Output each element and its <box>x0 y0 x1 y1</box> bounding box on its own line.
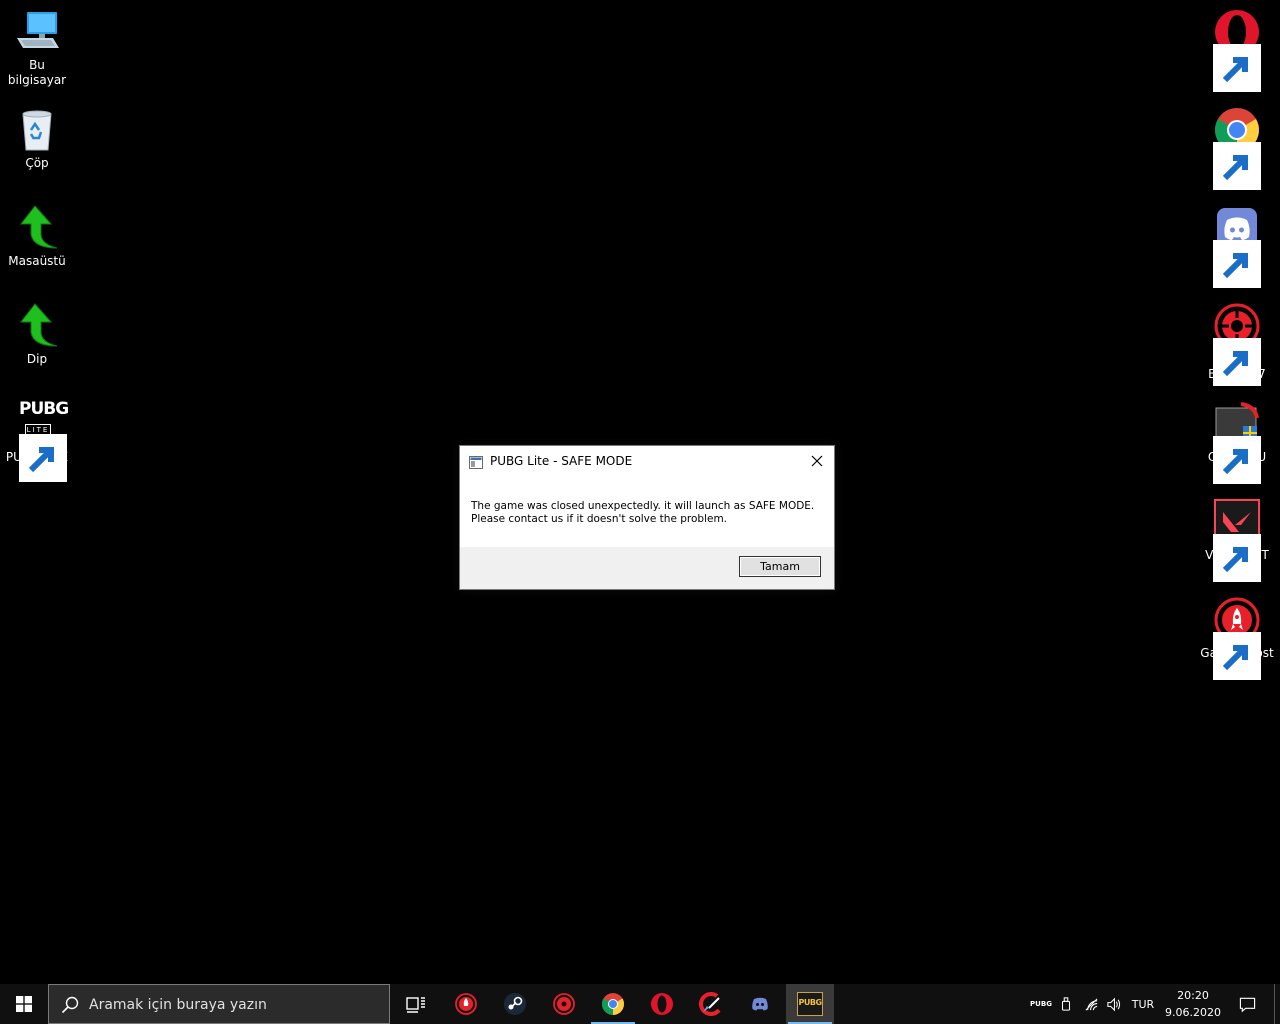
chrome-icon <box>1213 106 1261 190</box>
desktop-icon-discord[interactable]: Discord <box>1199 204 1275 288</box>
dialog-message: The game was closed unexpectedly. it wil… <box>471 500 820 526</box>
tray-network-icon[interactable] <box>1080 984 1102 1024</box>
notification-icon <box>1239 997 1255 1012</box>
valorant-icon <box>1213 498 1261 582</box>
dialog-button-bar: Tamam <box>460 547 834 589</box>
driver-booster-icon <box>553 993 575 1015</box>
taskbar-opera[interactable] <box>638 984 686 1024</box>
show-desktop-button[interactable] <box>1274 984 1280 1024</box>
shortcut-arrow-icon <box>1213 240 1261 288</box>
ccleaner-icon <box>699 992 721 1016</box>
shortcut-arrow-icon <box>1213 142 1261 190</box>
computer-icon <box>13 8 61 56</box>
tray-volume-icon[interactable] <box>1102 984 1124 1024</box>
dialog-titlebar[interactable]: PUBG Lite - SAFE MODE <box>460 446 834 476</box>
tray-clock[interactable]: 20:20 9.06.2020 <box>1160 987 1226 1021</box>
taskbar-game-boost[interactable] <box>442 984 490 1024</box>
taskbar-driver-booster[interactable] <box>540 984 588 1024</box>
desktop-icon-quickcpu[interactable]: QuickCPU <box>1199 400 1275 484</box>
shortcut-arrow-icon <box>1213 436 1261 484</box>
shortcut-arrow-icon <box>1213 338 1261 386</box>
recycle-bin-icon <box>13 106 61 154</box>
clock-date: 9.06.2020 <box>1165 1006 1221 1019</box>
game-boost-icon <box>455 993 477 1015</box>
desktop-icon-masaustu[interactable]: Masaüstü <box>0 204 75 269</box>
shortcut-arrow-icon <box>1213 534 1261 582</box>
discord-icon <box>752 997 768 1011</box>
discord-icon <box>1213 204 1261 288</box>
desktop-icon-label: Dip <box>26 352 48 366</box>
dialog-message-line: Please contact us if it doesn't solve th… <box>471 513 728 525</box>
safe-mode-dialog: PUBG Lite - SAFE MODE The game was close… <box>459 445 835 590</box>
windows-logo-icon <box>16 996 32 1012</box>
search-icon <box>61 996 79 1014</box>
window-app-icon <box>469 454 483 469</box>
usb-icon <box>1061 997 1071 1011</box>
shortcut-arrow-icon <box>19 434 67 482</box>
dialog-title: PUBG Lite - SAFE MODE <box>490 454 633 468</box>
pubg-lite-icon: PUBG LITE <box>13 399 69 482</box>
desktop-icon-label: Masaüstü <box>8 254 66 268</box>
pubg-logo-text: PUBG <box>19 399 69 419</box>
start-button[interactable] <box>0 984 48 1024</box>
speaker-icon <box>1106 997 1120 1011</box>
quickcpu-icon <box>1213 400 1261 484</box>
desktop: Bu bilgisayar Çöp Masaüstü Dip PUBG LITE… <box>0 0 1280 984</box>
tray-pubg-icon[interactable]: PUBG <box>1030 984 1052 1024</box>
chrome-icon <box>602 993 624 1015</box>
taskbar-ccleaner[interactable] <box>687 984 735 1024</box>
desktop-icon-driver-booster[interactable]: Driver Booster 7 <box>1199 302 1275 386</box>
desktop-icon-this-pc[interactable]: Bu bilgisayar <box>0 8 75 88</box>
taskbar-discord[interactable] <box>736 984 784 1024</box>
desktop-icon-label: Bu bilgisayar <box>7 58 67 87</box>
task-view-icon <box>406 997 425 1013</box>
opera-icon <box>1213 8 1261 92</box>
pubg-tray-icon: PUBG <box>1030 1000 1052 1008</box>
close-icon <box>811 455 823 467</box>
desktop-icon-dip[interactable]: Dip <box>0 302 75 367</box>
steam-icon <box>504 993 526 1015</box>
taskbar-chrome[interactable] <box>589 984 637 1024</box>
wifi-icon <box>1085 998 1097 1010</box>
desktop-icon-pubg-lite[interactable]: PUBG LITE PUBG LITE <box>0 399 75 482</box>
desktop-icon-chrome[interactable]: Google Chrome <box>1199 106 1275 190</box>
search-placeholder: Aramak için buraya yazın <box>89 997 267 1013</box>
tray-usb-icon[interactable] <box>1056 984 1076 1024</box>
dialog-message-line: The game was closed unexpectedly. it wil… <box>471 500 815 512</box>
desktop-icon-opera[interactable]: Opera <box>1199 8 1275 92</box>
ok-button[interactable]: Tamam <box>739 556 821 577</box>
driver-booster-icon <box>1213 302 1261 386</box>
tray-logo-text: PUBG <box>1030 1000 1052 1008</box>
opera-icon <box>651 993 673 1015</box>
pubg-logo-text: PUBG <box>798 998 822 1007</box>
action-center-button[interactable] <box>1232 984 1262 1024</box>
pubg-lite-icon: PUBG <box>797 992 823 1016</box>
green-arrow-icon <box>13 204 61 252</box>
shortcut-arrow-icon <box>1213 632 1261 680</box>
desktop-icon-game-boost[interactable]: Game Boost <box>1199 596 1275 680</box>
clock-time: 20:20 <box>1177 989 1209 1002</box>
desktop-icon-valorant[interactable]: VALORANT <box>1199 498 1275 582</box>
taskbar-steam[interactable] <box>491 984 539 1024</box>
dialog-close-button[interactable] <box>800 446 834 476</box>
taskbar-task-view[interactable] <box>392 984 440 1024</box>
desktop-icon-recycle-bin[interactable]: Çöp <box>0 106 75 171</box>
green-arrow-icon <box>13 302 61 350</box>
shortcut-arrow-icon <box>1213 44 1261 92</box>
desktop-icon-label: Çöp <box>25 156 49 170</box>
taskbar-pubg-lite[interactable]: PUBG <box>786 984 834 1024</box>
taskbar-search-box[interactable]: Aramak için buraya yazın <box>48 984 390 1024</box>
game-boost-icon <box>1213 596 1261 680</box>
taskbar: Aramak için buraya yazın PUBG PUBG TUR 2… <box>0 984 1280 1024</box>
tray-language[interactable]: TUR <box>1127 984 1159 1024</box>
